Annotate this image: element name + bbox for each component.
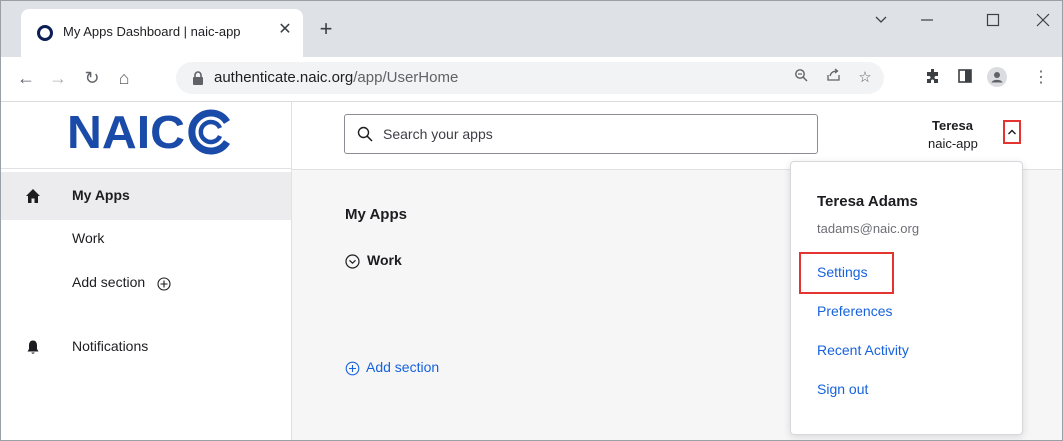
user-menu-toggle[interactable] <box>1003 120 1021 144</box>
add-section-label: Add section <box>366 359 440 375</box>
section-title: Work <box>367 252 402 268</box>
profile-icon[interactable] <box>986 67 1008 89</box>
app-header: Teresa naic-app <box>292 102 1062 170</box>
tab-search-chevron-icon[interactable] <box>869 11 893 35</box>
search-input[interactable] <box>381 121 805 147</box>
sidebar-item-label: My Apps <box>72 187 130 203</box>
tab-title: My Apps Dashboard | naic-app <box>63 24 241 39</box>
share-icon[interactable] <box>822 67 844 89</box>
search-icon <box>357 126 373 142</box>
chevron-up-icon <box>1008 129 1016 135</box>
search-box[interactable] <box>344 114 818 154</box>
sidebar-item-my-apps[interactable]: My Apps <box>1 172 291 220</box>
url-path: /app/UserHome <box>353 69 459 86</box>
browser-window: My Apps Dashboard | naic-app ✕ + ← → ↻ ⌂… <box>0 0 1063 441</box>
lock-icon <box>193 71 203 85</box>
user-org[interactable]: naic-app <box>928 136 978 151</box>
home-icon <box>26 189 40 203</box>
user-dropdown-menu: Teresa Adams tadams@naic.org Settings Pr… <box>790 161 1023 435</box>
menu-kebab-icon[interactable]: ⋮ <box>1030 67 1052 89</box>
tab-strip: My Apps Dashboard | naic-app ✕ + <box>1 1 1062 57</box>
bookmark-star-icon[interactable]: ☆ <box>854 67 876 89</box>
bell-icon <box>27 340 39 354</box>
menu-item-preferences[interactable]: Preferences <box>817 303 892 319</box>
svg-text:NAIC: NAIC <box>67 108 185 156</box>
chevron-down-circle-icon <box>345 254 360 269</box>
naic-logo: NAIC <box>67 108 230 156</box>
home-button-icon[interactable]: ⌂ <box>113 67 135 89</box>
forward-icon[interactable]: → <box>47 67 69 89</box>
sidebar-item-label: Notifications <box>72 338 149 354</box>
logo-c-mark <box>188 109 230 155</box>
sidebar-item-label: Work <box>72 230 105 246</box>
new-tab-icon[interactable]: + <box>314 18 338 42</box>
sidebar: NAIC My Apps Work Add section Notificati… <box>1 102 292 440</box>
url-text: authenticate.naic.org/app/UserHome <box>214 69 458 86</box>
maximize-icon[interactable] <box>981 11 1005 35</box>
minimize-icon[interactable] <box>915 11 939 35</box>
add-circle-icon <box>157 277 171 291</box>
menu-item-sign-out[interactable]: Sign out <box>817 381 868 397</box>
zoom-icon[interactable] <box>790 67 812 89</box>
reload-icon[interactable]: ↻ <box>81 67 103 89</box>
extensions-icon[interactable] <box>922 67 944 89</box>
url-host: authenticate.naic.org <box>214 69 354 86</box>
add-circle-icon <box>345 361 360 376</box>
dropdown-user-email: tadams@naic.org <box>817 221 920 236</box>
browser-tab[interactable]: My Apps Dashboard | naic-app ✕ <box>21 9 303 57</box>
side-panel-icon[interactable] <box>954 67 976 89</box>
dropdown-user-name: Teresa Adams <box>817 193 918 210</box>
address-bar[interactable]: authenticate.naic.org/app/UserHome ☆ <box>176 62 884 94</box>
menu-item-recent-activity[interactable]: Recent Activity <box>817 342 909 358</box>
back-icon[interactable]: ← <box>15 67 37 89</box>
menu-item-settings[interactable]: Settings <box>817 264 868 280</box>
browser-toolbar: ← → ↻ ⌂ authenticate.naic.org/app/UserHo… <box>1 57 1062 102</box>
sidebar-add-section[interactable]: Add section <box>1 268 291 298</box>
sidebar-item-label: Add section <box>72 274 146 290</box>
sidebar-item-notifications[interactable]: Notifications <box>1 332 291 362</box>
sidebar-item-work[interactable]: Work <box>1 224 291 254</box>
user-first-name[interactable]: Teresa <box>932 118 973 133</box>
close-window-icon[interactable] <box>1031 11 1055 35</box>
page-title: My Apps <box>345 206 407 223</box>
okta-favicon-icon <box>37 25 53 41</box>
close-tab-icon[interactable]: ✕ <box>275 20 295 40</box>
sidebar-divider <box>1 168 291 169</box>
